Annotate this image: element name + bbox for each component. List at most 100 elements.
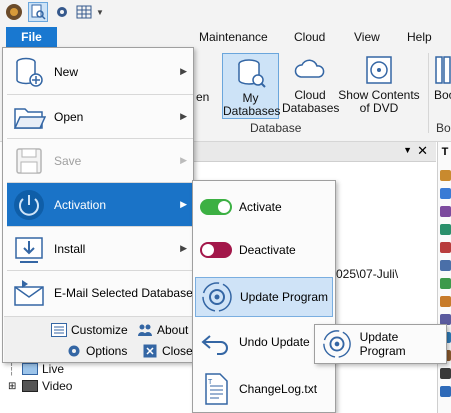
thumbnail-icon: [440, 296, 451, 307]
power-icon: [12, 188, 46, 222]
close-icon: [142, 343, 158, 359]
menu-item-new[interactable]: New ▶: [7, 50, 193, 94]
menu-item-label: Open: [54, 110, 84, 124]
close-label: Close: [162, 344, 193, 358]
dvd-icon: [362, 53, 396, 87]
folder-icon: [22, 363, 38, 375]
customize-icon: [51, 322, 67, 338]
tab-help[interactable]: Help: [407, 30, 432, 44]
submenu-arrow-icon: ▶: [180, 199, 187, 209]
options-button[interactable]: Options: [66, 343, 127, 359]
thumbnail-icon: [440, 368, 451, 379]
menu-item-undo-update[interactable]: Undo Update: [195, 322, 333, 362]
tree-item-video[interactable]: ⊞ Video: [8, 379, 72, 393]
save-disk-icon: [12, 144, 46, 178]
menu-item-email-database[interactable]: E-Mail Selected Database: [7, 271, 193, 315]
show-dvd-label-2: of DVD: [359, 101, 399, 115]
menu-item-changelog[interactable]: T ChangeLog.txt: [195, 369, 333, 409]
file-menu-footer: Customize About Options Close: [4, 316, 193, 362]
text-file-icon: T: [199, 372, 233, 406]
panel-tab-icon[interactable]: T: [438, 144, 451, 160]
gear-icon[interactable]: [52, 2, 72, 22]
toggle-off-icon: [199, 233, 233, 267]
menu-item-label: Install: [54, 242, 86, 256]
file-menu: New ▶ Open ▶ Save ▶ Activation ▶ Install…: [2, 47, 194, 363]
panel-header: ▼ ✕: [190, 142, 436, 162]
thumbnail-icon: [440, 386, 451, 397]
update-gear-icon: [200, 280, 234, 314]
cloud-databases-button[interactable]: Cloud Databases: [282, 53, 340, 115]
partial-ribbon-label: en: [196, 90, 210, 104]
new-database-icon: [12, 55, 46, 89]
folder-path-text: 025\07-Juli\: [336, 267, 399, 281]
options-label: Options: [86, 344, 128, 358]
tree-item-live[interactable]: ┆ Live: [8, 362, 64, 376]
thumbnail-icon: [440, 242, 451, 253]
show-dvd-contents-button[interactable]: Show Contents of DVD: [338, 53, 420, 115]
toggle-switch: [200, 199, 232, 215]
menu-item-update-program-nested[interactable]: Update Program: [317, 327, 444, 361]
submenu-arrow-icon: ▶: [180, 111, 187, 121]
grid-view-icon[interactable]: [74, 2, 94, 22]
books-button-partial[interactable]: Boo: [434, 53, 451, 102]
cloud-databases-label-2: Databases: [282, 101, 340, 115]
svg-text:T: T: [208, 379, 213, 386]
customize-button[interactable]: Customize: [51, 322, 128, 338]
panel-dropdown-icon[interactable]: ▼: [403, 145, 412, 155]
menu-item-update-program[interactable]: Update Program: [195, 277, 333, 317]
thumbnail-icon: [440, 170, 451, 181]
thumbnail-icon: [440, 260, 451, 271]
install-icon: [12, 232, 46, 266]
about-button[interactable]: About: [137, 322, 188, 338]
file-tab[interactable]: File: [6, 27, 57, 48]
toggle-switch: [200, 242, 232, 258]
thumbnail-icon: [440, 188, 451, 199]
submenu-arrow-icon: ▶: [180, 155, 187, 165]
menu-item-save[interactable]: Save ▶: [7, 139, 193, 183]
users-icon: [137, 322, 153, 338]
menu-item-label: Update Program: [359, 330, 406, 358]
quick-access-toolbar: ▼: [0, 0, 451, 25]
menu-item-label: Update Program: [240, 290, 329, 304]
tab-maintenance[interactable]: Maintenance: [199, 30, 268, 44]
menu-item-activation[interactable]: Activation ▶: [7, 183, 193, 227]
activation-submenu: Activate Deactivate Update Program Undo …: [192, 180, 336, 413]
tab-cloud[interactable]: Cloud: [294, 30, 325, 44]
tab-view[interactable]: View: [354, 30, 380, 44]
my-databases-button[interactable]: My Databases: [222, 53, 281, 119]
open-folder-icon: [12, 100, 46, 134]
books-group-label-partial: Boo: [436, 121, 451, 135]
email-icon: [12, 276, 46, 310]
panel-close-icon[interactable]: ✕: [417, 143, 428, 159]
menu-item-label: ChangeLog.txt: [239, 382, 318, 396]
menu-item-label: Undo Update: [239, 335, 310, 349]
undo-arrow-icon: [199, 325, 233, 359]
close-button[interactable]: Close: [142, 343, 193, 359]
menu-item-label: Activate: [239, 200, 282, 214]
customize-qat-chevron-icon[interactable]: ▼: [94, 2, 106, 22]
about-label: About: [157, 323, 189, 337]
menu-item-label: E-Mail Selected Database: [54, 286, 193, 300]
menu-item-label: Activation: [54, 198, 107, 212]
cloud-icon: [293, 53, 327, 87]
menu-item-deactivate[interactable]: Deactivate: [195, 230, 333, 270]
search-database-icon[interactable]: [28, 2, 48, 22]
thumbnail-icon: [440, 278, 451, 289]
menu-item-label: Save: [54, 154, 82, 168]
menu-item-open[interactable]: Open ▶: [7, 95, 193, 139]
tree-item-label: Video: [42, 379, 73, 393]
tree-item-label: Live: [42, 362, 65, 376]
gear-icon: [66, 343, 82, 359]
right-side-panel: T: [437, 142, 451, 413]
menu-item-install[interactable]: Install ▶: [7, 227, 193, 271]
my-databases-label-2: Databases: [223, 104, 281, 118]
books-label-partial: Boo: [434, 88, 451, 102]
app-logo-icon[interactable]: [4, 2, 24, 22]
film-icon: [22, 380, 38, 392]
ribbon-divider: [428, 53, 429, 133]
tree-connector: ┆: [8, 362, 16, 376]
menu-item-activate[interactable]: Activate: [195, 187, 333, 227]
expand-icon[interactable]: ⊞: [8, 381, 22, 392]
database-group-label: Database: [250, 121, 302, 135]
customize-label: Customize: [71, 323, 128, 337]
